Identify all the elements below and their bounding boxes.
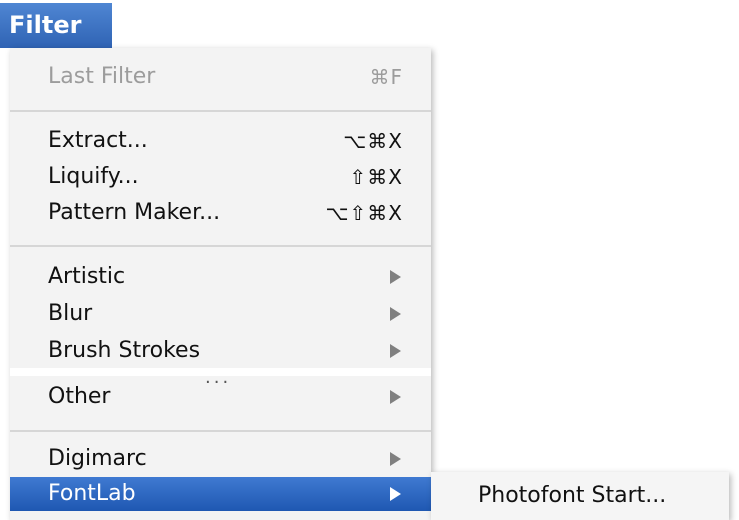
menu-separator [10,430,431,432]
menu-item-liquify[interactable]: Liquify... ⇧⌘X [10,160,431,194]
menu-item-blur[interactable]: Blur [10,297,431,331]
menu-item-label: Brush Strokes [48,338,201,363]
filter-menu: Last Filter ⌘F Extract... ⌥⌘X Liquify...… [10,48,431,520]
submenu-item-photofont-start[interactable]: Photofont Start... [431,478,729,514]
menu-separator [10,245,431,247]
menu-item-digimarc[interactable]: Digimarc [10,442,431,476]
menu-item-label: Liquify... [48,164,139,189]
menu-item-label: Other [48,384,111,409]
fontlab-submenu: Photofont Start... [431,472,729,520]
menu-item-label: Pattern Maker... [48,200,221,225]
menu-item-extract[interactable]: Extract... ⌥⌘X [10,124,431,158]
menu-item-label: Last Filter [48,64,156,89]
menu-item-fontlab[interactable]: FontLab [10,477,431,511]
menu-item-shortcut: ⇧⌘X [349,165,403,189]
menu-item-label: Blur [48,301,93,326]
submenu-arrow-icon [390,487,401,501]
menu-item-label: Extract... [48,128,148,153]
menu-separator [10,110,431,112]
menu-item-label: Artistic [48,264,126,289]
menu-item-label: FontLab [48,481,136,506]
menu-item-shortcut: ⌘F [369,65,403,89]
filter-menu-title[interactable]: Filter [0,3,112,48]
submenu-arrow-icon [390,344,401,358]
submenu-item-label: Photofont Start... [478,483,667,508]
menu-item-last-filter: Last Filter ⌘F [10,60,431,94]
menu-item-brush-strokes[interactable]: Brush Strokes [10,334,431,368]
menu-item-pattern-maker[interactable]: Pattern Maker... ⌥⇧⌘X [10,196,431,230]
submenu-arrow-icon [390,307,401,321]
menu-item-shortcut: ⌥⇧⌘X [325,201,403,225]
menu-item-shortcut: ⌥⌘X [343,129,403,153]
menu-item-artistic[interactable]: Artistic [10,260,431,294]
submenu-arrow-icon [390,270,401,284]
submenu-arrow-icon [390,390,401,404]
menu-item-label: Digimarc [48,446,147,471]
submenu-arrow-icon [390,452,401,466]
menu-item-other[interactable]: Other [10,380,431,414]
